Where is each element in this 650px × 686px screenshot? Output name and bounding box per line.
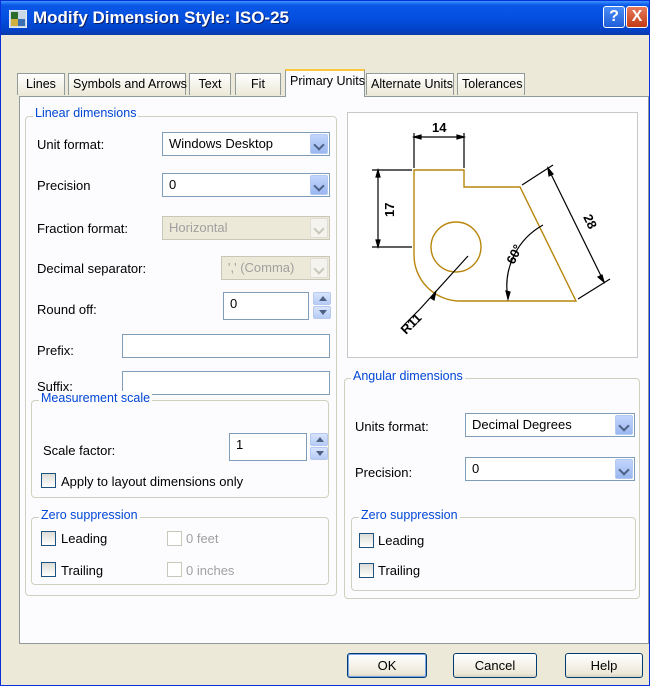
zero-feet-label: 0 feet (186, 531, 219, 546)
preview-geometry (413, 169, 578, 302)
dimension-preview: 14 17 28 60° R11 (347, 112, 638, 358)
cancel-button[interactable]: Cancel (453, 653, 537, 678)
tab-fit[interactable]: Fit (235, 73, 281, 95)
zero-inches-checkbox[interactable] (167, 562, 182, 577)
decimal-separator-label: Decimal separator: (37, 261, 147, 276)
scale-factor-label: Scale factor: (43, 443, 116, 458)
spin-up-icon[interactable] (313, 292, 331, 305)
app-icon (9, 10, 27, 28)
angular-trailing-checkbox[interactable] (359, 563, 374, 578)
leading-checkbox[interactable] (41, 531, 56, 546)
dim-right-label: 28 (580, 212, 600, 232)
tab-lines[interactable]: Lines (17, 73, 65, 95)
preview-drawing: 14 17 28 60° R11 (372, 120, 611, 337)
fraction-format-value: Horizontal (169, 220, 228, 235)
angular-precision-label: Precision: (355, 465, 413, 480)
scale-factor-spinner[interactable] (310, 433, 328, 461)
angular-trailing-label: Trailing (378, 563, 421, 578)
modify-dimension-style-dialog: Modify Dimension Style: ISO-25 ? X Lines… (0, 0, 650, 686)
chevron-down-icon[interactable] (310, 175, 328, 195)
tab-tolerances[interactable]: Tolerances (457, 73, 525, 95)
dim-left-label: 17 (382, 203, 397, 217)
leading-label: Leading (61, 531, 108, 546)
trailing-label: Trailing (61, 563, 104, 578)
chevron-down-icon[interactable] (615, 459, 633, 479)
suffix-input[interactable] (122, 371, 330, 395)
scale-factor-input[interactable]: 1 (229, 433, 307, 461)
round-off-spinner[interactable] (313, 292, 331, 320)
window-title: Modify Dimension Style: ISO-25 (33, 8, 289, 27)
units-format-dropdown[interactable]: Decimal Degrees (465, 413, 635, 437)
chevron-down-icon (310, 258, 328, 278)
tab-alternate-units[interactable]: Alternate Units (366, 73, 454, 95)
spin-up-icon[interactable] (310, 433, 328, 446)
decimal-separator-dropdown[interactable]: ',' (Comma) (221, 256, 330, 280)
unit-format-value: Windows Desktop (169, 136, 274, 151)
angular-precision-value: 0 (472, 461, 480, 476)
title-bar[interactable]: Modify Dimension Style: ISO-25 ? X (1, 1, 649, 35)
help-button[interactable]: Help (565, 653, 643, 678)
chevron-down-icon[interactable] (310, 134, 328, 154)
apply-layout-checkbox[interactable] (41, 473, 56, 488)
apply-layout-label: Apply to layout dimensions only (61, 474, 244, 489)
dim-angle-label: 60° (503, 242, 525, 266)
title-close-button[interactable]: X (626, 6, 648, 28)
chevron-down-icon (310, 218, 328, 238)
zero-suppression-angular-title: Zero suppression (359, 508, 460, 522)
fraction-format-dropdown[interactable]: Horizontal (162, 216, 330, 240)
unit-format-label: Unit format: (37, 137, 105, 152)
tab-primary-units[interactable]: Primary Units (285, 69, 365, 97)
title-help-button[interactable]: ? (603, 6, 625, 28)
spin-down-icon[interactable] (310, 447, 328, 460)
chevron-down-icon[interactable] (615, 415, 633, 435)
ok-button[interactable]: OK (347, 653, 427, 678)
decimal-separator-value: ',' (Comma) (228, 260, 295, 275)
units-format-value: Decimal Degrees (472, 417, 572, 432)
trailing-checkbox[interactable] (41, 562, 56, 577)
measurement-scale-title: Measurement scale (39, 391, 153, 405)
preview-labels: 14 17 28 60° R11 (382, 120, 600, 337)
linear-dimensions-title: Linear dimensions (33, 106, 139, 120)
precision-dropdown[interactable]: 0 (162, 173, 330, 197)
dim-top-label: 14 (432, 120, 447, 135)
zero-suppression-angular-group (351, 517, 636, 591)
unit-format-dropdown[interactable]: Windows Desktop (162, 132, 330, 156)
angular-leading-checkbox[interactable] (359, 533, 374, 548)
tab-symbols-and-arrows[interactable]: Symbols and Arrows (68, 73, 187, 95)
round-off-input[interactable]: 0 (223, 292, 309, 320)
prefix-label: Prefix: (37, 343, 74, 358)
spin-down-icon[interactable] (313, 306, 331, 319)
precision-value: 0 (169, 177, 177, 192)
zero-feet-checkbox[interactable] (167, 531, 182, 546)
prefix-input[interactable] (122, 334, 330, 358)
tab-text[interactable]: Text (189, 73, 231, 95)
precision-label: Precision (37, 178, 91, 193)
angular-dimensions-title: Angular dimensions (351, 369, 465, 383)
units-format-label: Units format: (355, 419, 429, 434)
fraction-format-label: Fraction format: (37, 221, 129, 236)
angular-precision-dropdown[interactable]: 0 (465, 457, 635, 481)
zero-suppression-linear-title: Zero suppression (39, 508, 140, 522)
round-off-label: Round off: (37, 302, 97, 317)
zero-inches-label: 0 inches (186, 563, 235, 578)
dim-radius-label: R11 (398, 310, 425, 337)
angular-leading-label: Leading (378, 533, 425, 548)
